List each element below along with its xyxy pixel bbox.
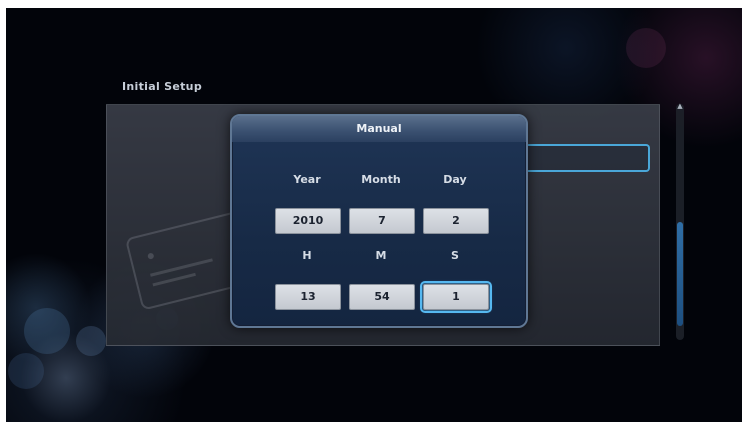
hour-field[interactable]: 13 [275, 284, 341, 310]
card-dot [147, 252, 155, 260]
card-stripe [152, 272, 196, 287]
bokeh-light [24, 308, 70, 354]
minute-field[interactable]: 54 [349, 284, 415, 310]
card-stripe [150, 258, 213, 277]
manual-time-dialog: Manual Year Month Day 2010 7 2 H M S 13 … [230, 114, 528, 328]
hour-label: H [302, 249, 312, 262]
bokeh-light [626, 28, 666, 68]
year-field[interactable]: 2010 [275, 208, 341, 234]
minute-label: M [375, 249, 387, 262]
scrollbar[interactable]: ▲ [676, 102, 684, 340]
setup-selected-field[interactable] [518, 144, 650, 172]
bokeh-light [8, 353, 44, 389]
tv-screen: Initial Setup ▲ Manual Year Month Day 20… [6, 8, 742, 422]
scroll-thumb[interactable] [677, 222, 683, 326]
dialog-header: Manual [232, 116, 526, 142]
day-field[interactable]: 2 [423, 208, 489, 234]
scroll-up-arrow-icon[interactable]: ▲ [676, 102, 684, 110]
day-label: Day [443, 173, 467, 186]
second-field[interactable]: 1 [420, 281, 492, 313]
month-field[interactable]: 7 [349, 208, 415, 234]
second-label: S [451, 249, 459, 262]
bokeh-light [76, 326, 106, 356]
year-label: Year [293, 173, 321, 186]
month-label: Month [361, 173, 401, 186]
page-title: Initial Setup [122, 80, 202, 93]
dialog-title: Manual [356, 122, 402, 135]
